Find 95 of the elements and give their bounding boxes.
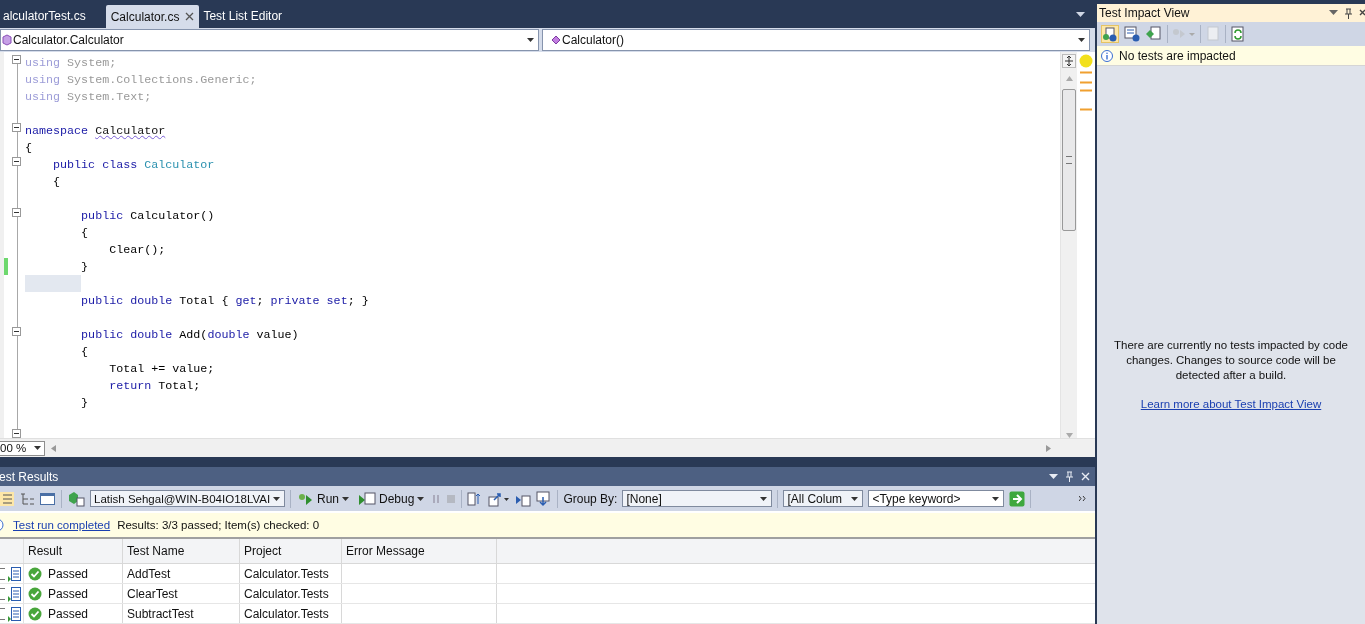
code-line: public double Total { get; private set; } [80, 293, 369, 308]
zoom-combo[interactable]: 00 % [0, 440, 45, 456]
code-line: using System; [25, 55, 117, 70]
dropdown-icon[interactable] [1076, 12, 1085, 18]
run-button[interactable]: Run [296, 491, 351, 506]
test-icon [6, 565, 22, 582]
result-cell: Passed [48, 586, 89, 601]
caret-icon[interactable] [851, 496, 859, 501]
panel-title: est Results [0, 469, 59, 484]
code-line: { [52, 174, 61, 189]
passed-icon [28, 606, 42, 621]
document-tab[interactable]: Test List Editor [199, 5, 287, 27]
caret-icon [417, 496, 425, 501]
run-icon [298, 491, 314, 506]
caret-icon [342, 496, 349, 501]
member-combo[interactable]: Calculator() [542, 29, 1090, 51]
column-header[interactable]: Error Message [342, 539, 497, 563]
panel-title: Test Impact View [1099, 6, 1190, 20]
code-line: return Total; [108, 378, 201, 393]
column-header[interactable]: Test Name [123, 539, 240, 563]
code-line: public Calculator() [80, 208, 215, 223]
result-cell: Passed [48, 566, 89, 581]
methods-icon[interactable] [1123, 25, 1141, 43]
code-line: public double Add(double value) [80, 327, 299, 342]
caret-icon[interactable] [1078, 38, 1085, 42]
config-icon[interactable] [67, 490, 85, 507]
learn-more-link[interactable]: Learn more about Test Impact View [1140, 398, 1322, 410]
test-name-cell: AddTest [127, 566, 171, 581]
run-config-combo[interactable]: Latish Sehgal@WIN-B04IO18LVAI [90, 490, 285, 507]
caret-icon[interactable] [273, 496, 280, 501]
caret-icon[interactable] [527, 38, 534, 42]
document-tab[interactable]: Calculator.cs [105, 5, 200, 28]
code-line: { [25, 140, 32, 155]
pin-icon[interactable] [1344, 7, 1353, 19]
method-icon [551, 35, 561, 45]
caret-icon[interactable] [760, 496, 768, 501]
test-icon [6, 585, 22, 602]
dropdown-icon[interactable] [1329, 10, 1338, 16]
info-icon [1101, 49, 1113, 62]
go-icon[interactable] [1009, 490, 1026, 507]
keyword-field[interactable]: <Type keyword> [868, 490, 1005, 507]
export-icon[interactable] [488, 490, 511, 507]
overflow-icon[interactable] [1079, 496, 1087, 501]
collapse-icon[interactable] [11, 327, 21, 336]
collapse-icon[interactable] [11, 208, 21, 217]
code-line: using System.Collections.Generic; [25, 72, 257, 87]
project-cell: Calculator.Tests [244, 606, 329, 621]
collapse-icon[interactable] [11, 157, 21, 166]
result-cell: Passed [48, 606, 89, 621]
code-line: using System.Text; [25, 89, 152, 104]
selection-highlight [25, 275, 81, 292]
group-by-combo[interactable]: [None] [622, 490, 773, 507]
code-line: Clear(); [108, 242, 166, 257]
window-icon[interactable] [40, 491, 56, 506]
show-tests-icon[interactable] [1145, 25, 1163, 43]
results-summary: Results: 3/3 passed; Item(s) checked: 0 [117, 519, 320, 531]
code-line: public class Calculator [52, 157, 215, 172]
impacted-tests-icon[interactable] [1101, 25, 1119, 43]
project-cell: Calculator.Tests [244, 566, 329, 581]
collapse-icon[interactable] [11, 123, 21, 132]
type-combo[interactable]: Calculator.Calculator [0, 29, 539, 51]
collapse-icon[interactable] [11, 429, 21, 438]
test-name-cell: SubtractTest [127, 606, 194, 621]
column-header[interactable]: Project [240, 539, 342, 563]
close-icon[interactable] [1359, 8, 1365, 18]
column-header[interactable]: Result [24, 539, 123, 563]
class-icon [2, 34, 12, 46]
test-name-cell: ClearTest [127, 586, 178, 601]
code-line: { [80, 344, 89, 359]
passed-icon [28, 566, 42, 581]
split-icon[interactable] [1062, 54, 1076, 68]
passed-icon [28, 586, 42, 601]
test-run-link[interactable]: Test run completed [13, 519, 111, 531]
refresh-icon[interactable] [1230, 25, 1246, 43]
code-line: Total += value; [108, 361, 215, 376]
debug-icon [358, 491, 376, 506]
project-cell: Calculator.Tests [244, 586, 329, 601]
collapse-icon[interactable] [11, 55, 21, 64]
close-icon[interactable] [185, 12, 195, 21]
dropdown-icon[interactable] [1049, 473, 1058, 480]
code-line: namespace Calculator [25, 123, 166, 138]
code-line: { [80, 225, 89, 240]
document-tab[interactable]: alculatorTest.cs [0, 5, 106, 27]
code-line: } [80, 395, 89, 410]
caret-icon[interactable] [34, 446, 41, 450]
status-indicator-icon [1079, 54, 1093, 68]
group-by-label: Group By: [563, 491, 618, 506]
scrollbar-thumb[interactable] [1062, 89, 1076, 231]
debug-button[interactable]: Debug [356, 491, 427, 506]
download-icon[interactable] [536, 490, 553, 507]
empty-message: There are currently no tests impacted by code changes. Changes to source code will be detected after a build. [1113, 338, 1349, 383]
caret-icon[interactable] [992, 496, 1000, 501]
info-message: No tests are impacted [1119, 48, 1236, 63]
code-line: } [80, 259, 89, 274]
columns-filter-combo[interactable]: [All Colum [783, 490, 864, 507]
